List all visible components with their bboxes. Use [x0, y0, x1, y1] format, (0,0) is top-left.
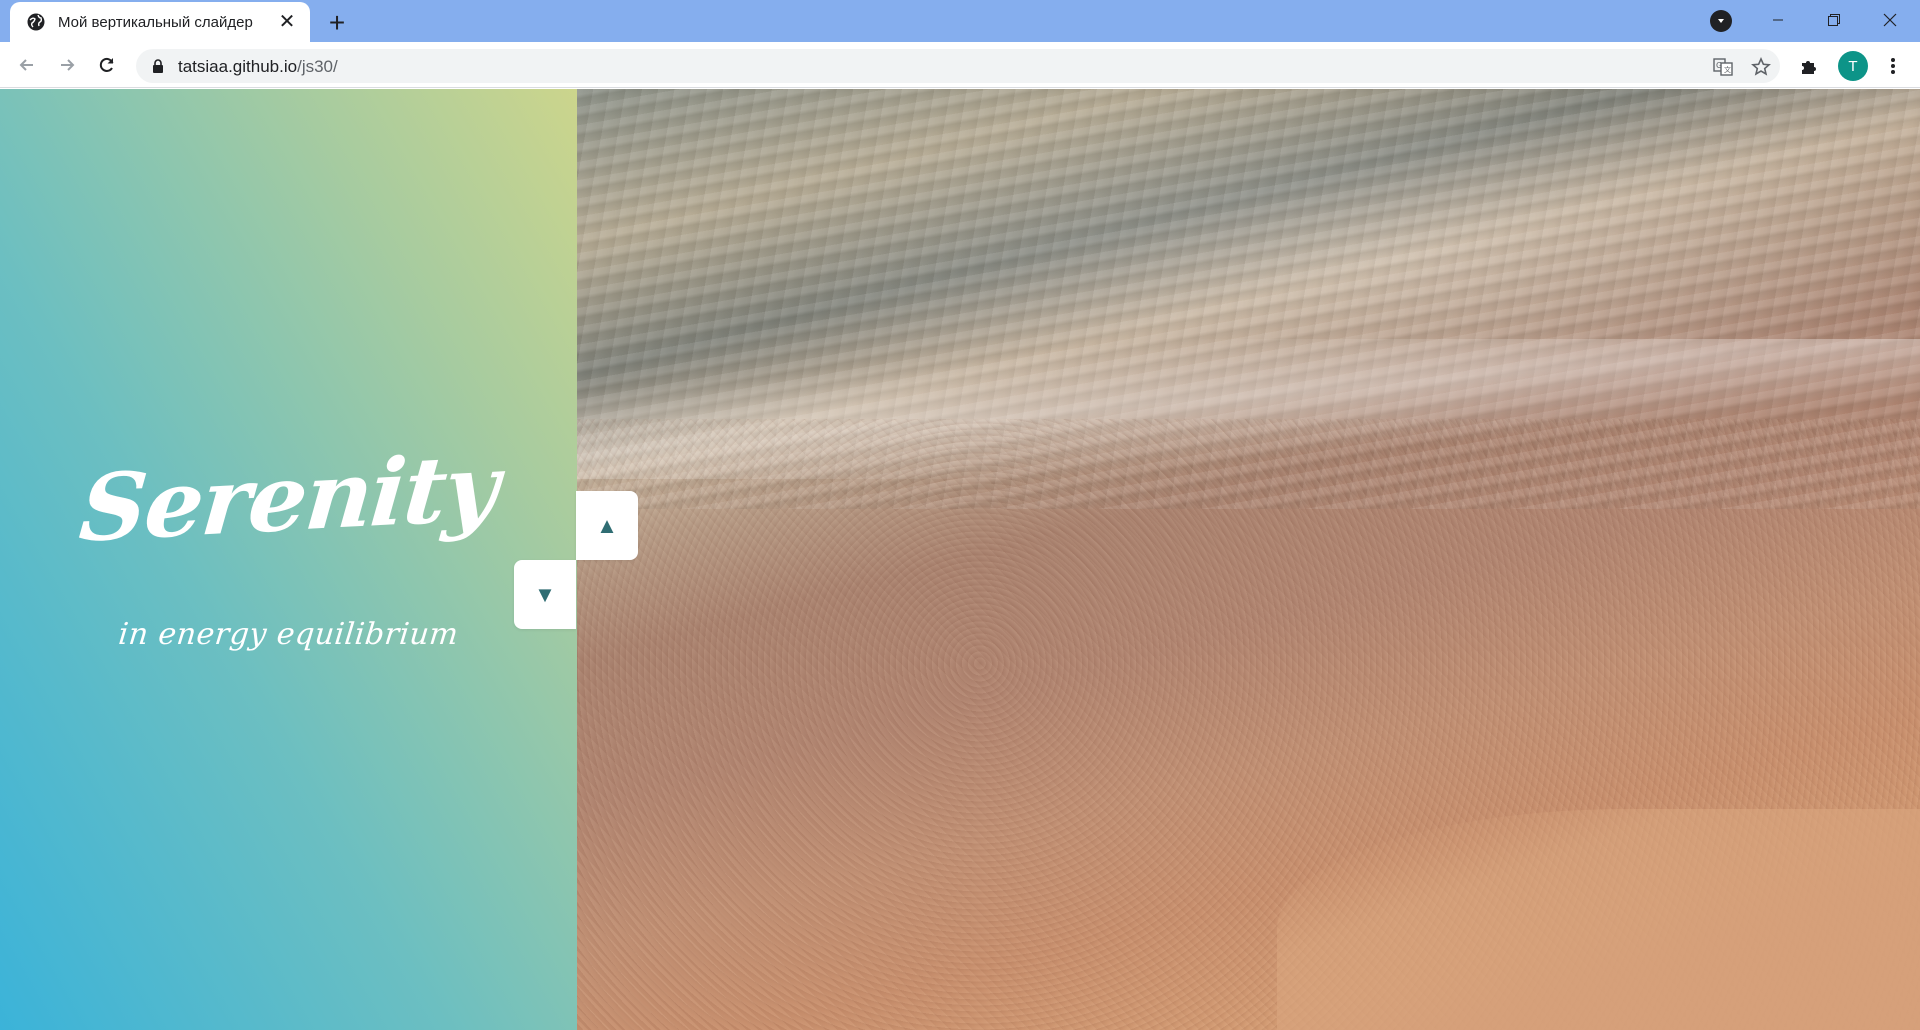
slide-up-button[interactable]: ▲ — [576, 491, 638, 560]
forward-button[interactable] — [51, 49, 83, 81]
slider-sidebar: Serenity in energy equilibrium — [0, 89, 577, 1030]
star-icon[interactable] — [1750, 56, 1772, 78]
svg-text:G: G — [1716, 61, 1722, 70]
reload-button[interactable] — [91, 49, 123, 81]
profile-avatar[interactable]: T — [1838, 51, 1868, 81]
browser-toolbar: tatsiaa.github.io/js30/ G文 T — [0, 42, 1920, 88]
close-window-icon[interactable] — [1862, 0, 1918, 40]
page-viewport: Serenity in energy equilibrium — [0, 89, 1920, 1030]
lock-icon[interactable] — [150, 58, 166, 74]
arrow-down-icon: ▼ — [534, 581, 556, 607]
slide-image — [577, 89, 1920, 1030]
tab-close-icon[interactable]: ✕ — [276, 11, 298, 33]
minimize-icon[interactable] — [1750, 0, 1806, 40]
globe-icon — [26, 12, 46, 32]
arrow-up-icon: ▲ — [596, 512, 618, 538]
browser-tab[interactable]: Мой вертикальный слайдер ✕ — [10, 2, 310, 42]
address-bar[interactable]: tatsiaa.github.io/js30/ G文 — [136, 49, 1780, 83]
restore-icon[interactable] — [1806, 0, 1862, 40]
url-path: /js30/ — [297, 57, 338, 76]
translate-icon[interactable]: G文 — [1712, 56, 1734, 78]
slide-subtitle: in energy equilibrium — [116, 617, 461, 652]
puzzle-icon[interactable] — [1796, 53, 1822, 79]
tab-title: Мой вертикальный слайдер — [58, 13, 253, 31]
slide-down-button[interactable]: ▼ — [514, 560, 576, 629]
back-button[interactable] — [11, 49, 43, 81]
arrow-left-icon — [19, 59, 33, 71]
tab-search-icon[interactable] — [1710, 10, 1732, 32]
svg-text:文: 文 — [1724, 65, 1731, 74]
arrow-right-icon — [61, 59, 75, 71]
slide-title: Serenity — [75, 433, 502, 563]
new-tab-button[interactable]: + — [322, 8, 352, 38]
url-host: tatsiaa.github.io — [178, 57, 298, 76]
reload-icon — [99, 57, 114, 72]
kebab-menu-icon[interactable] — [1880, 53, 1906, 79]
url-text[interactable]: tatsiaa.github.io/js30/ — [178, 57, 338, 77]
browser-titlebar: Мой вертикальный слайдер ✕ + — [0, 0, 1920, 42]
